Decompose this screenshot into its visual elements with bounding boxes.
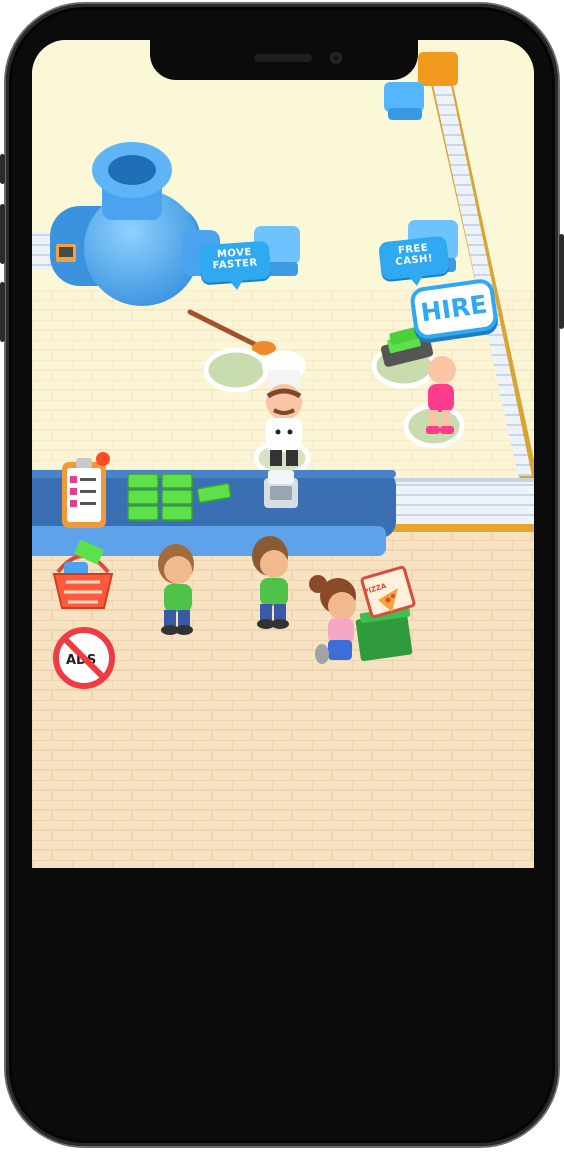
shopping-basket-cash-icon — [52, 539, 114, 609]
phone-notch — [150, 30, 418, 80]
chef-character — [262, 350, 306, 466]
pizza-box-stack: PIZZA — [355, 565, 416, 662]
earpiece-speaker — [254, 54, 312, 62]
move-faster-bubble[interactable]: MOVE FASTER — [198, 240, 272, 284]
tasks-notification-badge — [96, 452, 110, 466]
tasks-button[interactable] — [60, 452, 110, 530]
no-ads-icon: ADS — [53, 627, 115, 689]
chair-top — [384, 82, 424, 120]
silent-switch — [0, 154, 5, 184]
floor-edge — [392, 524, 534, 532]
volume-down-button — [0, 282, 5, 342]
free-cash-bubble[interactable]: FREE CASH! — [378, 235, 450, 281]
upgrade-spot-left[interactable] — [203, 347, 269, 393]
no-ads-button[interactable]: ADS — [52, 622, 116, 694]
power-button — [559, 234, 564, 329]
front-camera — [330, 52, 342, 64]
game-screen[interactable]: PIZZA MOVE FASTER FREE CASH! HIRE ADS — [32, 40, 534, 868]
volume-up-button — [0, 204, 5, 264]
shop-button[interactable] — [50, 538, 116, 614]
hire-label: HIRE — [418, 289, 489, 328]
cash-register — [264, 470, 298, 508]
